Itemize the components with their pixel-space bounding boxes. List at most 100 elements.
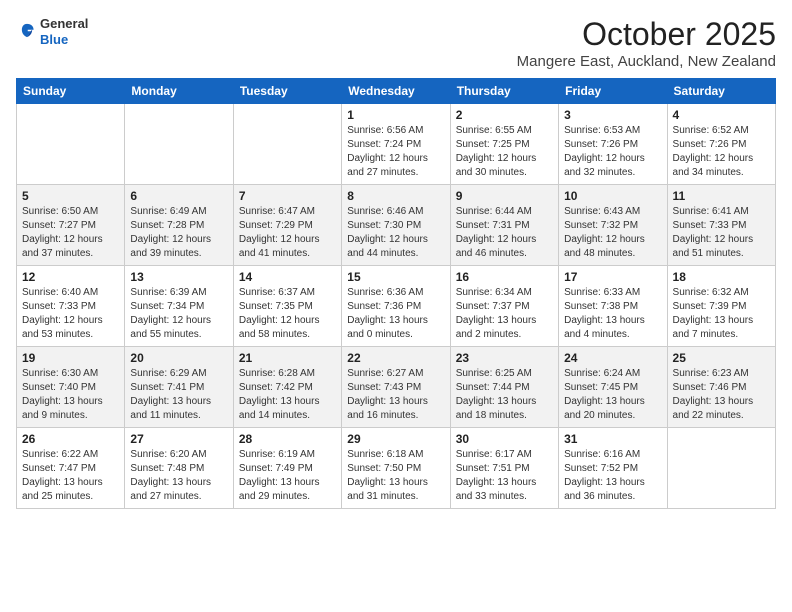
day-number: 6: [130, 189, 227, 203]
weekday-header-tuesday: Tuesday: [233, 79, 341, 104]
calendar-cell: 19Sunrise: 6:30 AM Sunset: 7:40 PM Dayli…: [17, 347, 125, 428]
day-number: 12: [22, 270, 119, 284]
calendar-cell: 28 Sunrise: 6:19 AM Sunset: 7:49 PM Dayli…: [233, 428, 341, 509]
weekday-header-sunday: Sunday: [17, 79, 125, 104]
calendar-cell: [233, 104, 341, 185]
day-number: 17: [564, 270, 661, 284]
weekday-header-monday: Monday: [125, 79, 233, 104]
day-number: 31: [564, 432, 661, 446]
calendar-cell: [667, 428, 775, 509]
cell-content: Sunrise: 6:36 AM Sunset: 7:36 PM Dayligh…: [347, 286, 444, 342]
day-number: 9: [456, 189, 553, 203]
calendar-cell: 23 Sunrise: 6:25 AM Sunset: 7:44 PM Dayli…: [450, 347, 558, 428]
calendar-week-4: 19Sunrise: 6:30 AM Sunset: 7:40 PM Dayli…: [17, 347, 776, 428]
calendar-cell: 27 Sunrise: 6:20 AM Sunset: 7:48 PM Dayli…: [125, 428, 233, 509]
cell-content: Sunrise: 6:28 AM Sunset: 7:42 PM Dayligh…: [239, 367, 336, 423]
calendar-cell: 26 Sunrise: 6:22 AM Sunset: 7:47 PM Dayli…: [17, 428, 125, 509]
day-number: 13: [130, 270, 227, 284]
cell-content: Sunrise: 6:52 AM Sunset: 7:26 PM Dayligh…: [673, 124, 770, 180]
calendar-cell: 8 Sunrise: 6:46 AM Sunset: 7:30 PM Daylig…: [342, 185, 450, 266]
calendar-cell: [125, 104, 233, 185]
cell-content: Sunrise: 6:27 AM Sunset: 7:43 PM Dayligh…: [347, 367, 444, 423]
weekday-header-friday: Friday: [559, 79, 667, 104]
day-number: 26: [22, 432, 119, 446]
calendar-cell: [17, 104, 125, 185]
cell-content: Sunrise: 6:22 AM Sunset: 7:47 PM Dayligh…: [22, 448, 119, 504]
calendar-cell: 6 Sunrise: 6:49 AM Sunset: 7:28 PM Daylig…: [125, 185, 233, 266]
calendar-cell: 16 Sunrise: 6:34 AM Sunset: 7:37 PM Dayli…: [450, 266, 558, 347]
day-number: 2: [456, 108, 553, 122]
logo-icon: [16, 21, 38, 43]
cell-content: Sunrise: 6:47 AM Sunset: 7:29 PM Dayligh…: [239, 205, 336, 261]
logo: General Blue: [16, 16, 88, 47]
day-number: 16: [456, 270, 553, 284]
calendar-week-2: 5 Sunrise: 6:50 AM Sunset: 7:27 PM Daylig…: [17, 185, 776, 266]
calendar-cell: 14 Sunrise: 6:37 AM Sunset: 7:35 PM Dayli…: [233, 266, 341, 347]
weekday-header-thursday: Thursday: [450, 79, 558, 104]
day-number: 3: [564, 108, 661, 122]
calendar-cell: 11 Sunrise: 6:41 AM Sunset: 7:33 PM Dayli…: [667, 185, 775, 266]
cell-content: Sunrise: 6:41 AM Sunset: 7:33 PM Dayligh…: [673, 205, 770, 261]
day-number: 29: [347, 432, 444, 446]
calendar-cell: 24Sunrise: 6:24 AM Sunset: 7:45 PM Dayli…: [559, 347, 667, 428]
calendar-cell: 5 Sunrise: 6:50 AM Sunset: 7:27 PM Daylig…: [17, 185, 125, 266]
calendar-cell: 13 Sunrise: 6:39 AM Sunset: 7:34 PM Dayli…: [125, 266, 233, 347]
day-number: 30: [456, 432, 553, 446]
cell-content: Sunrise: 6:39 AM Sunset: 7:34 PM Dayligh…: [130, 286, 227, 342]
day-number: 22: [347, 351, 444, 365]
cell-content: Sunrise: 6:49 AM Sunset: 7:28 PM Dayligh…: [130, 205, 227, 261]
day-number: 20: [130, 351, 227, 365]
location-subtitle: Mangere East, Auckland, New Zealand: [517, 53, 776, 70]
cell-content: Sunrise: 6:32 AM Sunset: 7:39 PM Dayligh…: [673, 286, 770, 342]
calendar-cell: 7 Sunrise: 6:47 AM Sunset: 7:29 PM Daylig…: [233, 185, 341, 266]
day-number: 10: [564, 189, 661, 203]
cell-content: Sunrise: 6:34 AM Sunset: 7:37 PM Dayligh…: [456, 286, 553, 342]
cell-content: Sunrise: 6:33 AM Sunset: 7:38 PM Dayligh…: [564, 286, 661, 342]
calendar-cell: 1Sunrise: 6:56 AM Sunset: 7:24 PM Daylig…: [342, 104, 450, 185]
cell-content: Sunrise: 6:17 AM Sunset: 7:51 PM Dayligh…: [456, 448, 553, 504]
day-number: 28: [239, 432, 336, 446]
day-number: 15: [347, 270, 444, 284]
cell-content: Sunrise: 6:50 AM Sunset: 7:27 PM Dayligh…: [22, 205, 119, 261]
day-number: 7: [239, 189, 336, 203]
day-number: 14: [239, 270, 336, 284]
calendar-cell: 17 Sunrise: 6:33 AM Sunset: 7:38 PM Dayli…: [559, 266, 667, 347]
calendar-cell: 30 Sunrise: 6:17 AM Sunset: 7:51 PM Dayli…: [450, 428, 558, 509]
cell-content: Sunrise: 6:46 AM Sunset: 7:30 PM Dayligh…: [347, 205, 444, 261]
calendar-week-5: 26 Sunrise: 6:22 AM Sunset: 7:47 PM Dayli…: [17, 428, 776, 509]
calendar-cell: 29 Sunrise: 6:18 AM Sunset: 7:50 PM Dayli…: [342, 428, 450, 509]
day-number: 18: [673, 270, 770, 284]
cell-content: Sunrise: 6:37 AM Sunset: 7:35 PM Dayligh…: [239, 286, 336, 342]
cell-content: Sunrise: 6:53 AM Sunset: 7:26 PM Dayligh…: [564, 124, 661, 180]
cell-content: Sunrise: 6:20 AM Sunset: 7:48 PM Dayligh…: [130, 448, 227, 504]
cell-content: Sunrise: 6:23 AM Sunset: 7:46 PM Dayligh…: [673, 367, 770, 423]
calendar-cell: 3 Sunrise: 6:53 AM Sunset: 7:26 PM Daylig…: [559, 104, 667, 185]
cell-content: Sunrise: 6:56 AM Sunset: 7:24 PM Dayligh…: [347, 124, 444, 180]
calendar-cell: 18 Sunrise: 6:32 AM Sunset: 7:39 PM Dayli…: [667, 266, 775, 347]
calendar-cell: 4Sunrise: 6:52 AM Sunset: 7:26 PM Daylig…: [667, 104, 775, 185]
day-number: 5: [22, 189, 119, 203]
cell-content: Sunrise: 6:19 AM Sunset: 7:49 PM Dayligh…: [239, 448, 336, 504]
logo-blue-text: Blue: [40, 32, 88, 48]
logo-general-text: General: [40, 16, 88, 32]
calendar-table: SundayMondayTuesdayWednesdayThursdayFrid…: [16, 78, 776, 509]
title-area: October 2025 Mangere East, Auckland, New…: [517, 16, 776, 70]
day-number: 11: [673, 189, 770, 203]
calendar-week-3: 12 Sunrise: 6:40 AM Sunset: 7:33 PM Dayli…: [17, 266, 776, 347]
day-number: 19: [22, 351, 119, 365]
calendar-cell: 31 Sunrise: 6:16 AM Sunset: 7:52 PM Dayli…: [559, 428, 667, 509]
cell-content: Sunrise: 6:16 AM Sunset: 7:52 PM Dayligh…: [564, 448, 661, 504]
cell-content: Sunrise: 6:25 AM Sunset: 7:44 PM Dayligh…: [456, 367, 553, 423]
cell-content: Sunrise: 6:40 AM Sunset: 7:33 PM Dayligh…: [22, 286, 119, 342]
cell-content: Sunrise: 6:18 AM Sunset: 7:50 PM Dayligh…: [347, 448, 444, 504]
day-number: 8: [347, 189, 444, 203]
cell-content: Sunrise: 6:29 AM Sunset: 7:41 PM Dayligh…: [130, 367, 227, 423]
page-header: General Blue October 2025 Mangere East, …: [16, 16, 776, 70]
day-number: 27: [130, 432, 227, 446]
day-number: 25: [673, 351, 770, 365]
day-number: 24: [564, 351, 661, 365]
calendar-cell: 21Sunrise: 6:28 AM Sunset: 7:42 PM Dayli…: [233, 347, 341, 428]
calendar-cell: 10Sunrise: 6:43 AM Sunset: 7:32 PM Dayli…: [559, 185, 667, 266]
calendar-cell: 15 Sunrise: 6:36 AM Sunset: 7:36 PM Dayli…: [342, 266, 450, 347]
day-number: 23: [456, 351, 553, 365]
